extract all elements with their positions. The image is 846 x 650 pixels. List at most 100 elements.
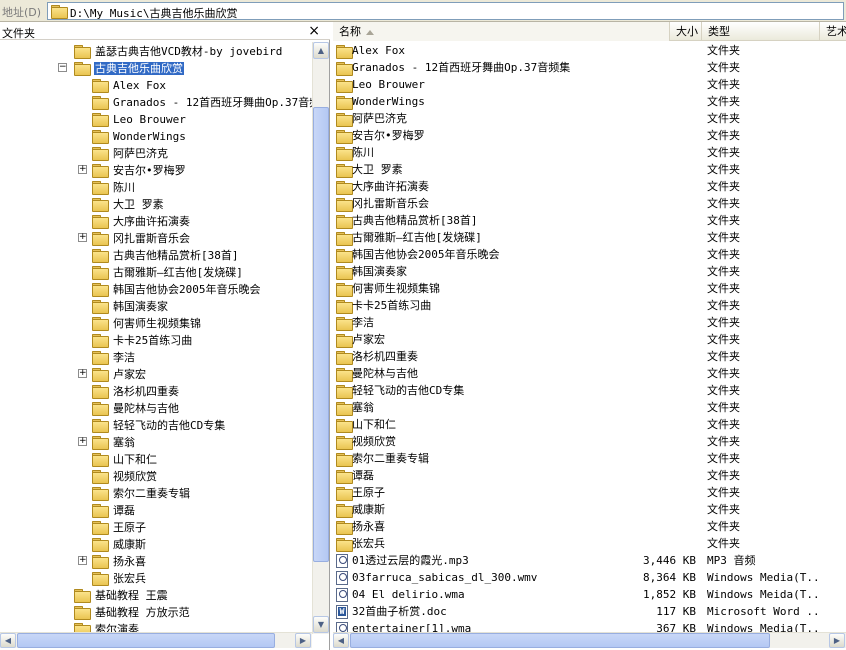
list-item[interactable]: 冈扎雷斯音乐会 文件夹 — [333, 195, 846, 212]
expand-icon[interactable]: + — [78, 165, 87, 174]
scroll-right-icon[interactable]: ▶ — [295, 633, 311, 648]
list-item[interactable]: 张宏兵 文件夹 — [333, 535, 846, 552]
list-item[interactable]: 洛杉机四重奏 文件夹 — [333, 348, 846, 365]
scroll-right-icon[interactable]: ▶ — [829, 633, 845, 648]
list-item[interactable]: 古典吉他精品赏析[38首] 文件夹 — [333, 212, 846, 229]
tree-item[interactable]: Alex Fox — [92, 76, 167, 93]
tree-item[interactable]: 古典吉他精品赏析[38首] — [92, 246, 240, 263]
tree-item[interactable]: Granados - 12首西班牙舞曲Op.37音频 — [92, 93, 312, 110]
tree-item[interactable]: 基础教程 方放示范 — [74, 603, 191, 620]
tree-item[interactable]: 何害师生视频集锦 — [92, 314, 202, 331]
list-item[interactable]: 塞翁 文件夹 — [333, 399, 846, 416]
list-item[interactable]: 大序曲许拓演奏 文件夹 — [333, 178, 846, 195]
file-list[interactable]: Alex Fox 文件夹 Granados - 12首西班牙舞曲Op.37音频集 文件… — [333, 42, 846, 632]
list-item[interactable]: 卡卡25首练习曲 文件夹 — [333, 297, 846, 314]
scroll-up-icon[interactable]: ▲ — [313, 42, 329, 59]
list-item[interactable]: 陈川 文件夹 — [333, 144, 846, 161]
column-header-size[interactable]: 大小 — [670, 22, 702, 41]
list-horizontal-scrollbar[interactable]: ◀ ▶ — [333, 632, 846, 648]
list-item[interactable]: 威康斯 文件夹 — [333, 501, 846, 518]
list-item[interactable]: 索尔二重奏专辑 文件夹 — [333, 450, 846, 467]
scroll-thumb[interactable] — [313, 107, 329, 562]
expand-icon[interactable]: + — [78, 556, 87, 565]
tree-item[interactable]: 洛杉机四重奏 — [92, 382, 180, 399]
list-item[interactable]: 曼陀林与吉他 文件夹 — [333, 365, 846, 382]
list-item[interactable]: WonderWings 文件夹 — [333, 93, 846, 110]
list-item[interactable]: 谭磊 文件夹 — [333, 467, 846, 484]
scroll-down-icon[interactable]: ▼ — [313, 616, 329, 633]
tree-item[interactable]: + 冈扎雷斯音乐会 — [78, 229, 191, 246]
tree-horizontal-scrollbar[interactable]: ◀ ▶ — [0, 632, 312, 648]
list-item[interactable]: Leo Brouwer 文件夹 — [333, 76, 846, 93]
expand-icon[interactable]: + — [78, 437, 87, 446]
tree-item[interactable]: + 安吉尔•罗梅罗 — [78, 161, 187, 178]
tree-item[interactable]: WonderWings — [92, 127, 187, 144]
item-icon — [336, 399, 353, 416]
scroll-left-icon[interactable]: ◀ — [333, 633, 349, 648]
item-name: 大序曲许拓演奏 — [352, 180, 429, 193]
column-header-name[interactable]: 名称 — [333, 22, 670, 41]
scroll-thumb[interactable] — [17, 633, 275, 648]
item-icon — [336, 518, 353, 535]
item-icon — [336, 416, 353, 433]
tree-item[interactable]: 谭磊 — [92, 501, 136, 518]
tree-item[interactable]: + 卢家宏 — [78, 365, 147, 382]
list-item[interactable]: entertainer[1].wma 367 KB Windows Media(T.… — [333, 620, 846, 632]
tree-item[interactable]: 韩国演奏家 — [92, 297, 169, 314]
tree-item[interactable]: 张宏兵 — [92, 569, 147, 586]
tree-item[interactable]: 李洁 — [92, 348, 136, 365]
list-item[interactable]: 李洁 文件夹 — [333, 314, 846, 331]
list-item[interactable]: 视频欣赏 文件夹 — [333, 433, 846, 450]
list-item[interactable]: Granados - 12首西班牙舞曲Op.37音频集 文件夹 — [333, 59, 846, 76]
tree-item[interactable]: 山下和仁 — [92, 450, 158, 467]
list-item[interactable]: 大卫 罗素 文件夹 — [333, 161, 846, 178]
tree-item[interactable]: 威康斯 — [92, 535, 147, 552]
tree-item[interactable]: 陈川 — [92, 178, 136, 195]
tree-item[interactable]: 阿萨巴济克 — [92, 144, 169, 161]
column-header-type[interactable]: 类型 — [702, 22, 820, 41]
scroll-left-icon[interactable]: ◀ — [0, 633, 16, 648]
list-item[interactable]: 山下和仁 文件夹 — [333, 416, 846, 433]
tree-item[interactable]: 古爾雅斯—红吉他[发烧碟] — [92, 263, 244, 280]
list-item[interactable]: 何害师生视频集锦 文件夹 — [333, 280, 846, 297]
scroll-thumb[interactable] — [350, 633, 770, 648]
tree-item[interactable]: 大卫 罗素 — [92, 195, 165, 212]
list-item[interactable]: 古爾雅斯—红吉他[发烧碟] 文件夹 — [333, 229, 846, 246]
close-icon[interactable]: × — [308, 22, 320, 40]
list-item[interactable]: 安吉尔•罗梅罗 文件夹 — [333, 127, 846, 144]
list-item[interactable]: 轻轻飞动的吉他CD专集 文件夹 — [333, 382, 846, 399]
column-header-artist[interactable]: 艺术 — [820, 22, 846, 41]
tree-item[interactable]: 索尔二重奏专辑 — [92, 484, 191, 501]
tree-item[interactable]: Leo Brouwer — [92, 110, 187, 127]
tree-item[interactable]: 大序曲许拓演奏 — [92, 212, 191, 229]
tree-item[interactable]: + 塞翁 — [78, 433, 136, 450]
list-item[interactable]: Alex Fox 文件夹 — [333, 42, 846, 59]
tree-item[interactable]: 韩国吉他协会2005年音乐晚会 — [92, 280, 262, 297]
list-item[interactable]: 03farruca_sabicas_dl_300.wmv 8,364 KB Wind… — [333, 569, 846, 586]
list-item[interactable]: 王原子 文件夹 — [333, 484, 846, 501]
list-item[interactable]: 04 El delirio.wma 1,852 KB Windows Meida(T… — [333, 586, 846, 603]
folder-tree[interactable]: 盖瑟古典吉他VCD教材-by jovebird − 古典吉他乐曲欣赏 Alex Fox… — [0, 42, 312, 634]
expand-icon[interactable]: + — [78, 369, 87, 378]
tree-item[interactable]: 王原子 — [92, 518, 147, 535]
list-item[interactable]: 32首曲子析赏.doc 117 KB Microsoft Word ... — [333, 603, 846, 620]
tree-item[interactable]: − 古典吉他乐曲欣赏 — [58, 59, 184, 76]
collapse-icon[interactable]: − — [58, 63, 67, 72]
tree-item[interactable]: 轻轻飞动的吉他CD专集 — [92, 416, 226, 433]
list-item[interactable]: 01透过云层的霞光.mp3 3,446 KB MP3 音频 — [333, 552, 846, 569]
tree-item[interactable]: 盖瑟古典吉他VCD教材-by jovebird — [74, 42, 283, 59]
tree-item[interactable]: 视频欣赏 — [92, 467, 158, 484]
tree-item[interactable]: 卡卡25首练习曲 — [92, 331, 193, 348]
list-item[interactable]: 卢家宏 文件夹 — [333, 331, 846, 348]
address-input[interactable]: D:\My Music\古典吉他乐曲欣赏 — [47, 2, 844, 20]
list-item[interactable]: 韩国吉他协会2005年音乐晚会 文件夹 — [333, 246, 846, 263]
tree-item[interactable]: 曼陀林与吉他 — [92, 399, 180, 416]
tree-vertical-scrollbar[interactable]: ▲ ▼ — [312, 42, 329, 634]
expand-icon[interactable]: + — [78, 233, 87, 242]
list-item[interactable]: 阿萨巴济克 文件夹 — [333, 110, 846, 127]
tree-item[interactable]: + 扬永喜 — [78, 552, 147, 569]
list-item[interactable]: 扬永喜 文件夹 — [333, 518, 846, 535]
tree-item[interactable]: 基础教程 王震 — [74, 586, 169, 603]
folder-icon — [92, 79, 109, 93]
list-item[interactable]: 韩国演奏家 文件夹 — [333, 263, 846, 280]
